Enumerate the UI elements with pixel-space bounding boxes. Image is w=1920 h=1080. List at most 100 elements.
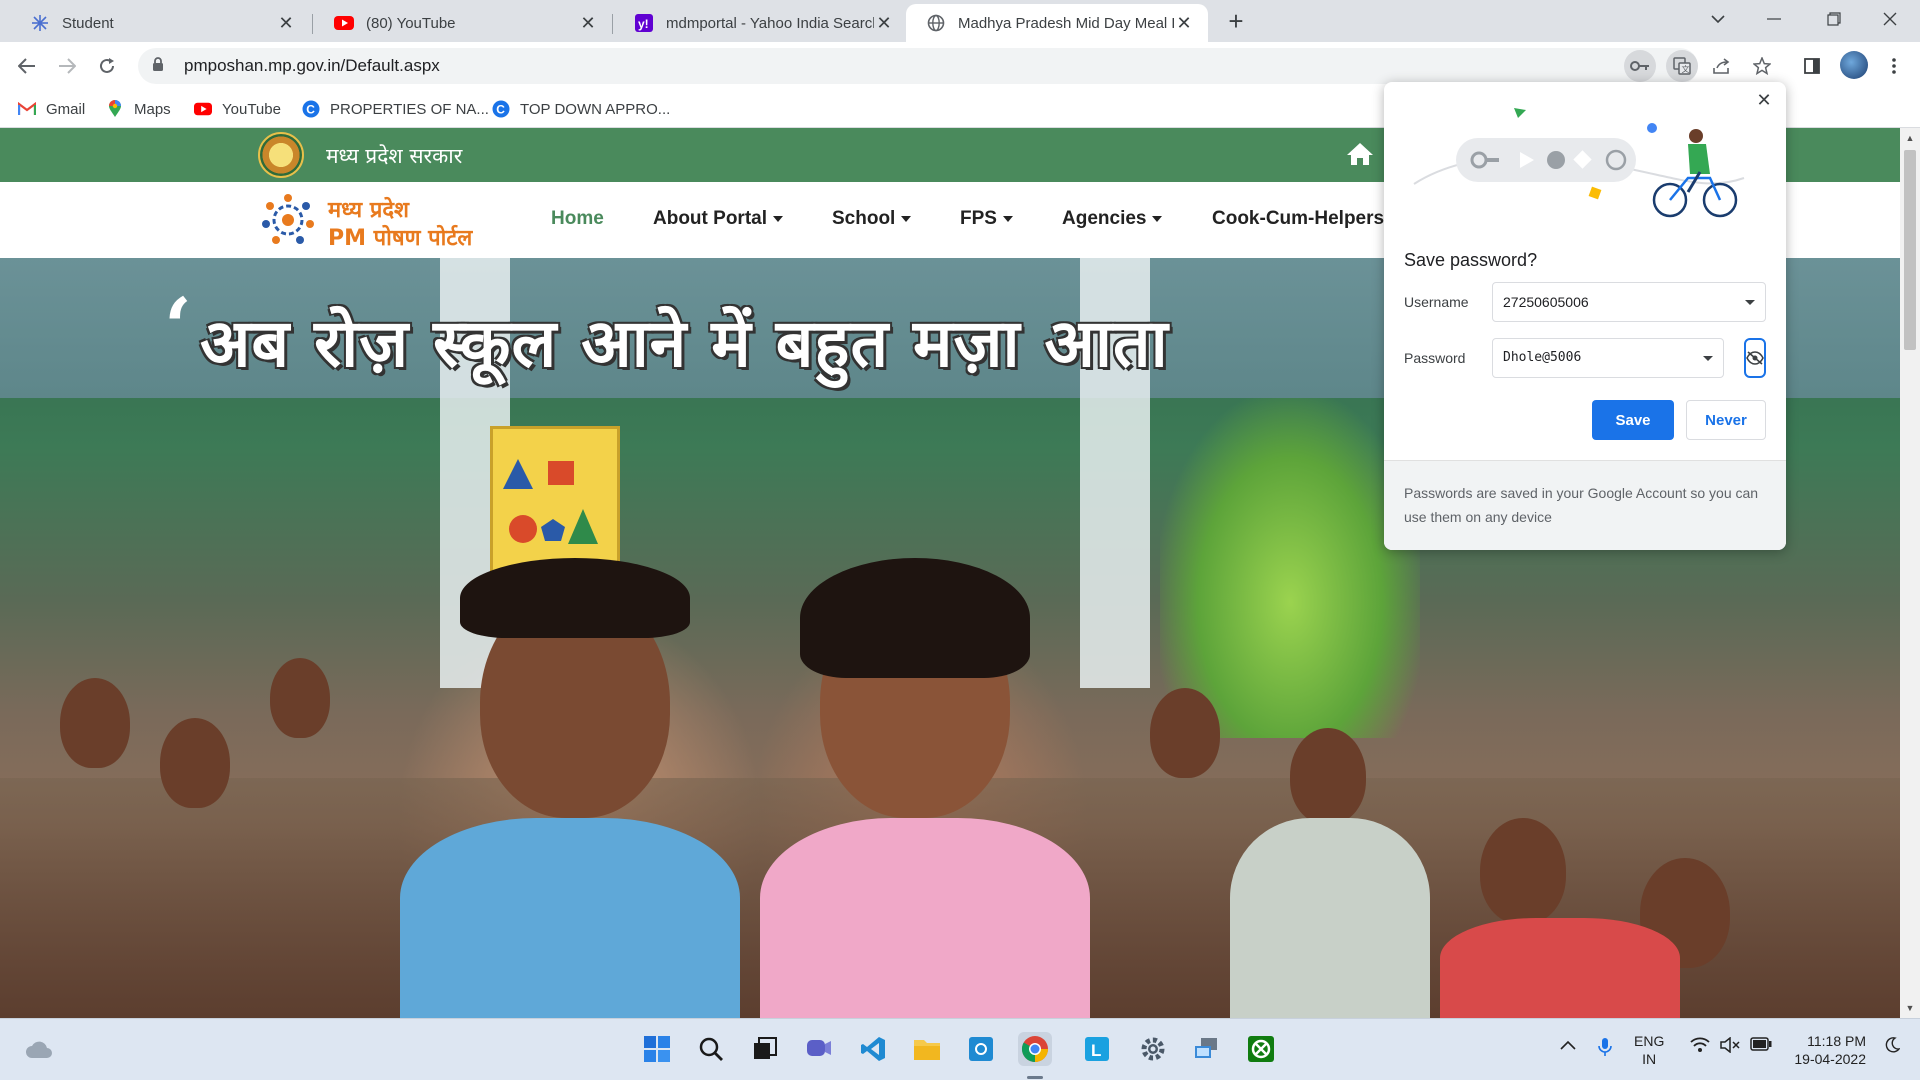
settings-gear-icon[interactable] — [1136, 1032, 1170, 1066]
bookmark-star-icon[interactable] — [1746, 50, 1778, 82]
caret-down-icon — [773, 215, 783, 222]
restore-button[interactable] — [1806, 0, 1862, 38]
save-password-button[interactable]: Save — [1592, 400, 1674, 440]
hero-boy-hair — [460, 558, 690, 638]
back-button[interactable] — [12, 51, 42, 81]
nav-label: Home — [551, 208, 604, 229]
bookmark-gmail[interactable]: Gmail — [18, 98, 85, 120]
tab-mdm-portal[interactable]: Madhya Pradesh Mid Day Meal P ✕ — [906, 4, 1208, 42]
hero-child — [1480, 818, 1566, 924]
key-icon[interactable] — [1624, 50, 1656, 82]
hero-child — [160, 718, 230, 808]
nav-label: FPS — [960, 208, 997, 229]
bookmark-label: YouTube — [222, 100, 281, 118]
microphone-icon[interactable] — [1598, 1037, 1612, 1062]
share-icon[interactable] — [1706, 50, 1738, 82]
close-tab-icon[interactable]: ✕ — [874, 13, 894, 34]
vscode-icon[interactable] — [856, 1032, 890, 1066]
maps-icon — [106, 100, 124, 118]
nav-cook-cum-helpers[interactable]: Cook-Cum-Helpers — [1212, 208, 1384, 230]
snowflake-icon — [30, 13, 50, 33]
xbox-icon[interactable] — [1244, 1032, 1278, 1066]
do-not-disturb-moon-icon[interactable] — [1884, 1037, 1901, 1058]
hero-plants — [1160, 398, 1420, 738]
reload-button[interactable] — [92, 51, 122, 81]
battery-icon[interactable] — [1750, 1037, 1772, 1056]
volume-muted-icon[interactable] — [1720, 1036, 1740, 1058]
profile-avatar[interactable] — [1840, 51, 1868, 79]
bookmark-c-icon: C — [492, 100, 510, 118]
page-scrollbar[interactable]: ▲ ▼ — [1900, 128, 1920, 1018]
store-icon[interactable] — [964, 1032, 998, 1066]
nav-home[interactable]: Home — [551, 208, 604, 230]
nav-label: Cook-Cum-Helpers — [1212, 208, 1385, 229]
show-hidden-icons-chevron-icon[interactable] — [1560, 1037, 1576, 1055]
translate-icon[interactable]: 文 — [1666, 50, 1698, 82]
tab-student[interactable]: Student ✕ — [10, 4, 310, 42]
region-code: IN — [1642, 1051, 1657, 1067]
teams-chat-icon[interactable] — [802, 1032, 836, 1066]
caret-down-icon — [901, 215, 912, 222]
wifi-icon[interactable] — [1690, 1037, 1710, 1058]
address-bar[interactable]: pmposhan.mp.gov.in/Default.aspx — [138, 48, 1698, 84]
bookmark-properties[interactable]: C PROPERTIES OF NA... — [302, 98, 489, 120]
toggle-visibility-eye-off-icon[interactable] — [1744, 338, 1766, 378]
youtube-icon — [194, 100, 212, 118]
scroll-up-icon[interactable]: ▲ — [1900, 128, 1920, 148]
chrome-icon[interactable] — [1018, 1032, 1052, 1066]
scrollbar-thumb[interactable] — [1904, 150, 1916, 350]
close-window-button[interactable] — [1862, 0, 1918, 38]
active-app-indicator — [1027, 1076, 1043, 1079]
language-code: ENG — [1634, 1033, 1665, 1049]
scroll-down-icon[interactable]: ▼ — [1900, 998, 1920, 1018]
bookmark-top-down[interactable]: C TOP DOWN APPRO... — [492, 98, 670, 120]
tab-yahoo[interactable]: y! mdmportal - Yahoo India Search ✕ — [614, 4, 908, 42]
logo-title-line2: PM पोषण पोर्टल — [328, 226, 473, 251]
nav-about-portal[interactable]: About Portal — [653, 208, 783, 230]
close-tab-icon[interactable]: ✕ — [578, 13, 598, 34]
nav-fps[interactable]: FPS — [960, 208, 1013, 230]
side-panel-icon[interactable] — [1796, 50, 1828, 82]
system-clock[interactable]: 11:18 PM 19-04-2022 — [1786, 1032, 1866, 1068]
nav-agencies[interactable]: Agencies — [1062, 208, 1163, 230]
dropdown-arrow-icon[interactable] — [1703, 356, 1713, 361]
close-dialog-icon[interactable]: ✕ — [1754, 90, 1774, 110]
tab-title: Madhya Pradesh Mid Day Meal P — [958, 14, 1174, 32]
language-indicator[interactable]: ENG IN — [1634, 1032, 1664, 1068]
windows-taskbar: L ENG IN 11:18 PM 19-04-2022 — [0, 1018, 1920, 1080]
minimize-button[interactable] — [1746, 0, 1802, 38]
hero-quote-mark: ‘ — [164, 280, 192, 374]
bookmark-youtube[interactable]: YouTube — [194, 98, 281, 120]
home-icon[interactable] — [1346, 142, 1374, 168]
tab-youtube[interactable]: (80) YouTube ✕ — [314, 4, 612, 42]
svg-text:C: C — [306, 103, 315, 117]
new-tab-button[interactable]: + — [1222, 8, 1250, 36]
hero-child-shirt — [1230, 818, 1430, 1018]
tab-search-icon[interactable] — [1690, 0, 1746, 38]
nav-label: About Portal — [653, 208, 767, 229]
menu-dots-icon[interactable] — [1878, 50, 1910, 82]
bookmark-maps[interactable]: Maps — [106, 98, 171, 120]
government-title: मध्य प्रदेश सरकार — [326, 144, 463, 168]
username-field[interactable]: 27250605006 — [1492, 282, 1766, 322]
pm-poshan-logo-icon — [258, 190, 318, 250]
forward-button[interactable] — [52, 51, 82, 81]
lens-app-icon[interactable]: L — [1080, 1032, 1114, 1066]
hero-child — [60, 678, 130, 768]
password-field[interactable]: Dhole@5006 — [1492, 338, 1724, 378]
tab-title: (80) YouTube — [366, 14, 456, 32]
search-icon[interactable] — [694, 1032, 728, 1066]
start-windows-icon[interactable] — [640, 1032, 674, 1066]
dropdown-arrow-icon[interactable] — [1745, 300, 1755, 305]
caret-down-icon — [1152, 215, 1163, 222]
weather-widget-icon[interactable] — [22, 1032, 56, 1066]
file-explorer-icon[interactable] — [910, 1032, 944, 1066]
close-tab-icon[interactable]: ✕ — [1174, 13, 1194, 34]
task-view-icon[interactable] — [748, 1032, 782, 1066]
nav-school[interactable]: School — [832, 208, 912, 230]
network-computer-icon[interactable] — [1190, 1032, 1224, 1066]
close-tab-icon[interactable]: ✕ — [276, 13, 296, 34]
never-button[interactable]: Never — [1686, 400, 1766, 440]
svg-text:y!: y! — [638, 17, 649, 31]
lock-icon[interactable] — [152, 57, 176, 75]
